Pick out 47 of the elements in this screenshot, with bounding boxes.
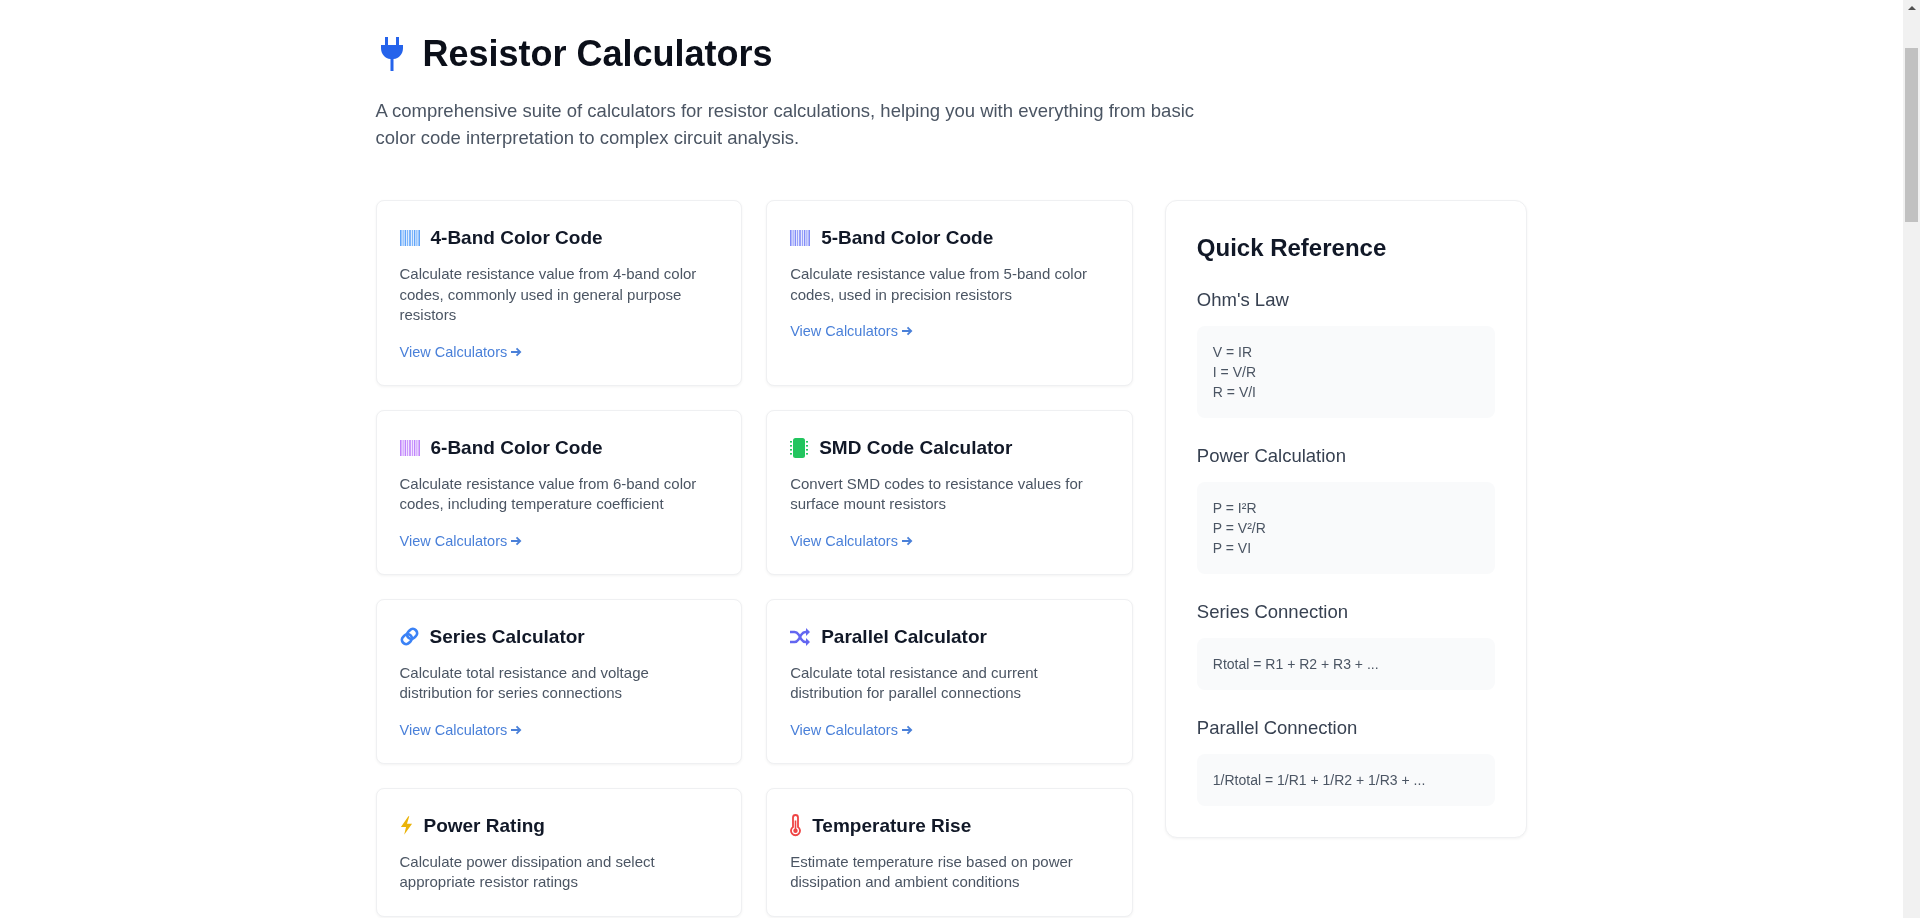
view-calculators-link[interactable]: View Calculators (399, 719, 523, 740)
arrow-right-icon (511, 724, 523, 735)
scrollbar-track[interactable] (1903, 0, 1920, 918)
formula-text: P = I²R (1212, 499, 1258, 518)
arrow-right-icon (511, 346, 523, 357)
card-description: Convert SMD codes to resistance values for surface mount resistors (790, 473, 1084, 514)
page-description: A comprehensive suite of calculators for resistor calculations, helping you with everything from basic color code interpretation to complex circuit analysis. (375, 99, 1195, 150)
arrow-right-icon (901, 326, 913, 336)
arrow-right-icon (511, 535, 523, 546)
card-title: 4-Band Color Code (430, 226, 603, 250)
card-title: 6-Band Color Code (430, 435, 603, 460)
formula-text: Rtotal = R1 + R2 + R3 + ... (1212, 655, 1380, 674)
card-title: Power Rating (423, 813, 545, 838)
view-calculators-link[interactable]: View Calculators (399, 341, 523, 362)
section-heading: Power Calculation (1196, 444, 1347, 468)
card-description: Calculate total resistance and current distribution for parallel connections (790, 662, 1039, 703)
view-calculators-link[interactable]: View Calculators (790, 530, 913, 551)
card-description: Calculate power dissipation and select appropriate resistor ratings (399, 851, 656, 892)
arrow-right-icon (901, 535, 913, 546)
card-description: Calculate resistance value from 5-band color codes, used in precision resistors (790, 264, 1088, 305)
plug-icon (379, 37, 404, 71)
panel-title: Quick Reference (1196, 233, 1388, 263)
card-description: Calculate resistance value from 6-band color codes, including temperature coefficient (399, 473, 698, 514)
formula-text: I = V/R (1212, 363, 1257, 382)
card-title: 5-Band Color Code (821, 226, 994, 250)
formula-text: P = VI (1212, 539, 1253, 558)
formula-text: R = V/I (1212, 383, 1257, 402)
section-heading: Ohm's Law (1196, 288, 1290, 312)
card-title: Parallel Calculator (821, 624, 987, 649)
view-calculators-link[interactable]: View Calculators (399, 530, 523, 551)
card-description: Calculate total resistance and voltage distribution for series connections (399, 662, 650, 703)
view-calculators-link[interactable]: View Calculators (790, 321, 913, 341)
page-title: Resistor Calculators (422, 32, 773, 76)
section-heading: Series Connection (1196, 600, 1349, 624)
formula-text: P = V²/R (1212, 519, 1267, 538)
formula-text: 1/Rtotal = 1/R1 + 1/R2 + 1/R3 + ... (1212, 771, 1427, 790)
card-description: Estimate temperature rise based on power dissipation and ambient conditions (790, 851, 1074, 892)
view-calculators-link[interactable]: View Calculators (790, 719, 913, 740)
section-heading: Parallel Connection (1196, 716, 1359, 740)
card-title: Series Calculator (429, 624, 585, 649)
formula-text: V = IR (1212, 343, 1254, 362)
scrollbar-thumb[interactable] (1905, 48, 1918, 222)
scroll-up-icon[interactable] (1907, 6, 1916, 10)
arrow-right-icon (901, 724, 913, 735)
card-title: Temperature Rise (812, 813, 972, 838)
card-title: SMD Code Calculator (819, 435, 1013, 460)
card-description: Calculate resistance value from 4-band color codes, commonly used in general purpose resistors (399, 264, 698, 325)
